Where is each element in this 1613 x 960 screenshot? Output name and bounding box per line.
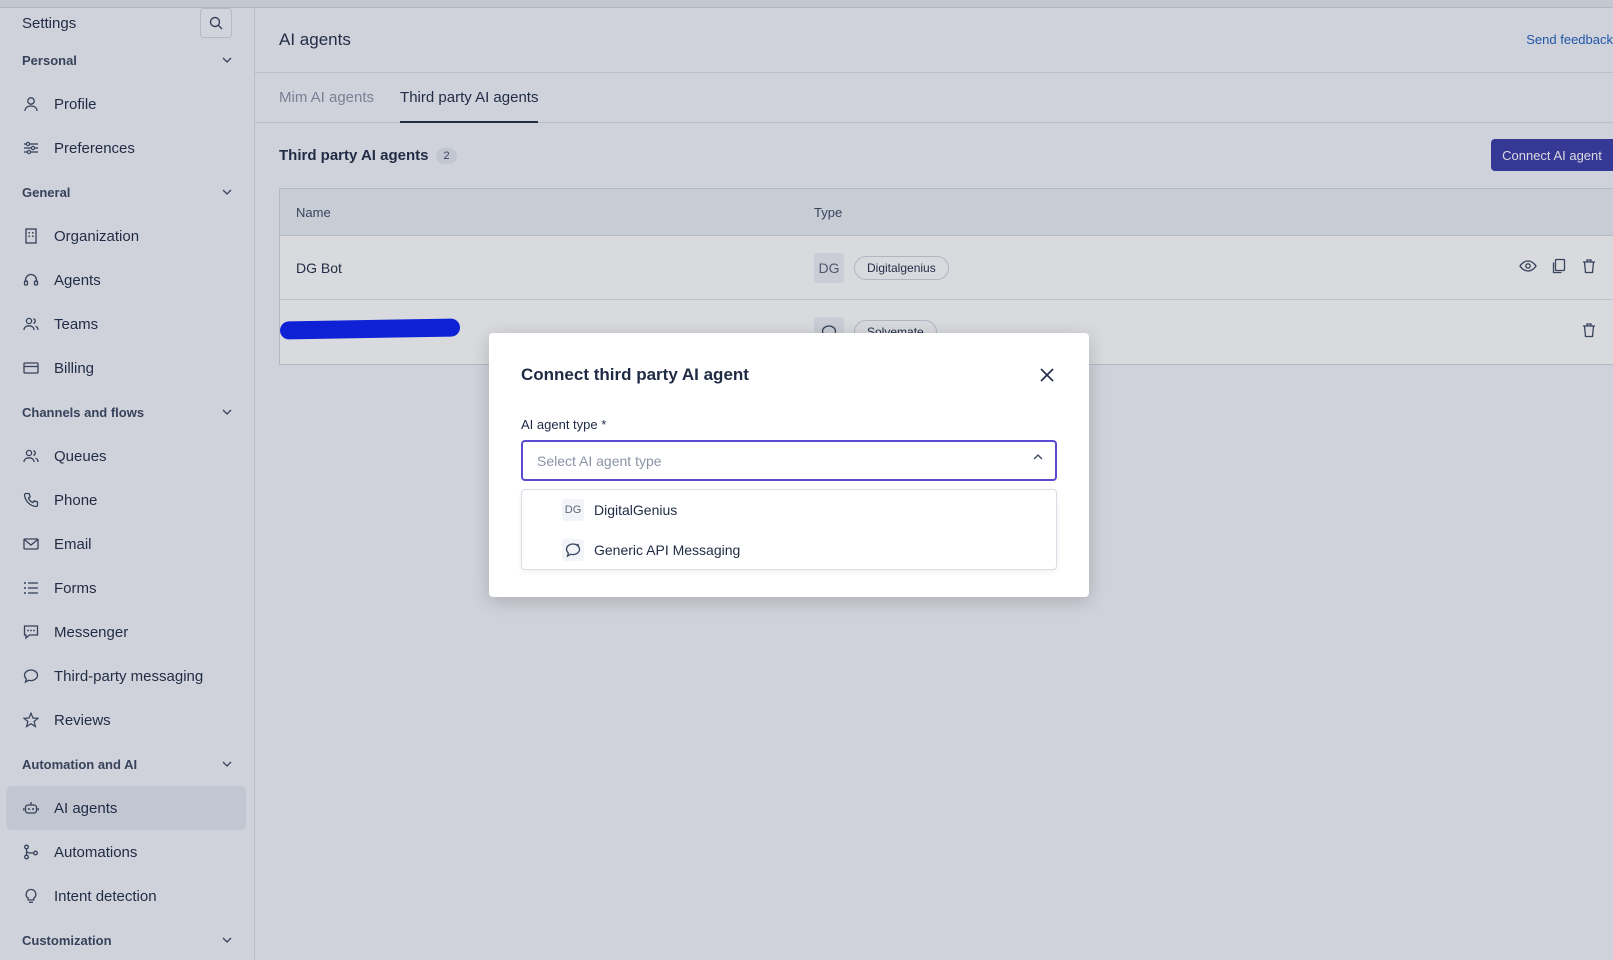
digitalgenius-logo: DG (562, 499, 584, 521)
option-label: Generic API Messaging (594, 542, 741, 558)
select-placeholder: Select AI agent type (537, 452, 662, 469)
chat-bubble-icon (562, 539, 584, 561)
connect-agent-modal: Connect third party AI agent AI agent ty… (489, 333, 1089, 597)
modal-title: Connect third party AI agent (521, 365, 749, 384)
field-label: AI agent type * (521, 417, 607, 432)
option-digitalgenius[interactable]: DG DigitalGenius (522, 490, 1056, 530)
ai-agent-type-select[interactable]: Select AI agent type (521, 440, 1057, 481)
option-label: DigitalGenius (594, 502, 678, 518)
close-button[interactable] (1037, 365, 1057, 385)
option-generic-api-messaging[interactable]: Generic API Messaging (522, 530, 1056, 570)
chevron-up-icon (1033, 454, 1043, 460)
close-icon (1040, 368, 1054, 382)
agent-type-dropdown: DG DigitalGenius Generic API Messaging (521, 489, 1057, 570)
